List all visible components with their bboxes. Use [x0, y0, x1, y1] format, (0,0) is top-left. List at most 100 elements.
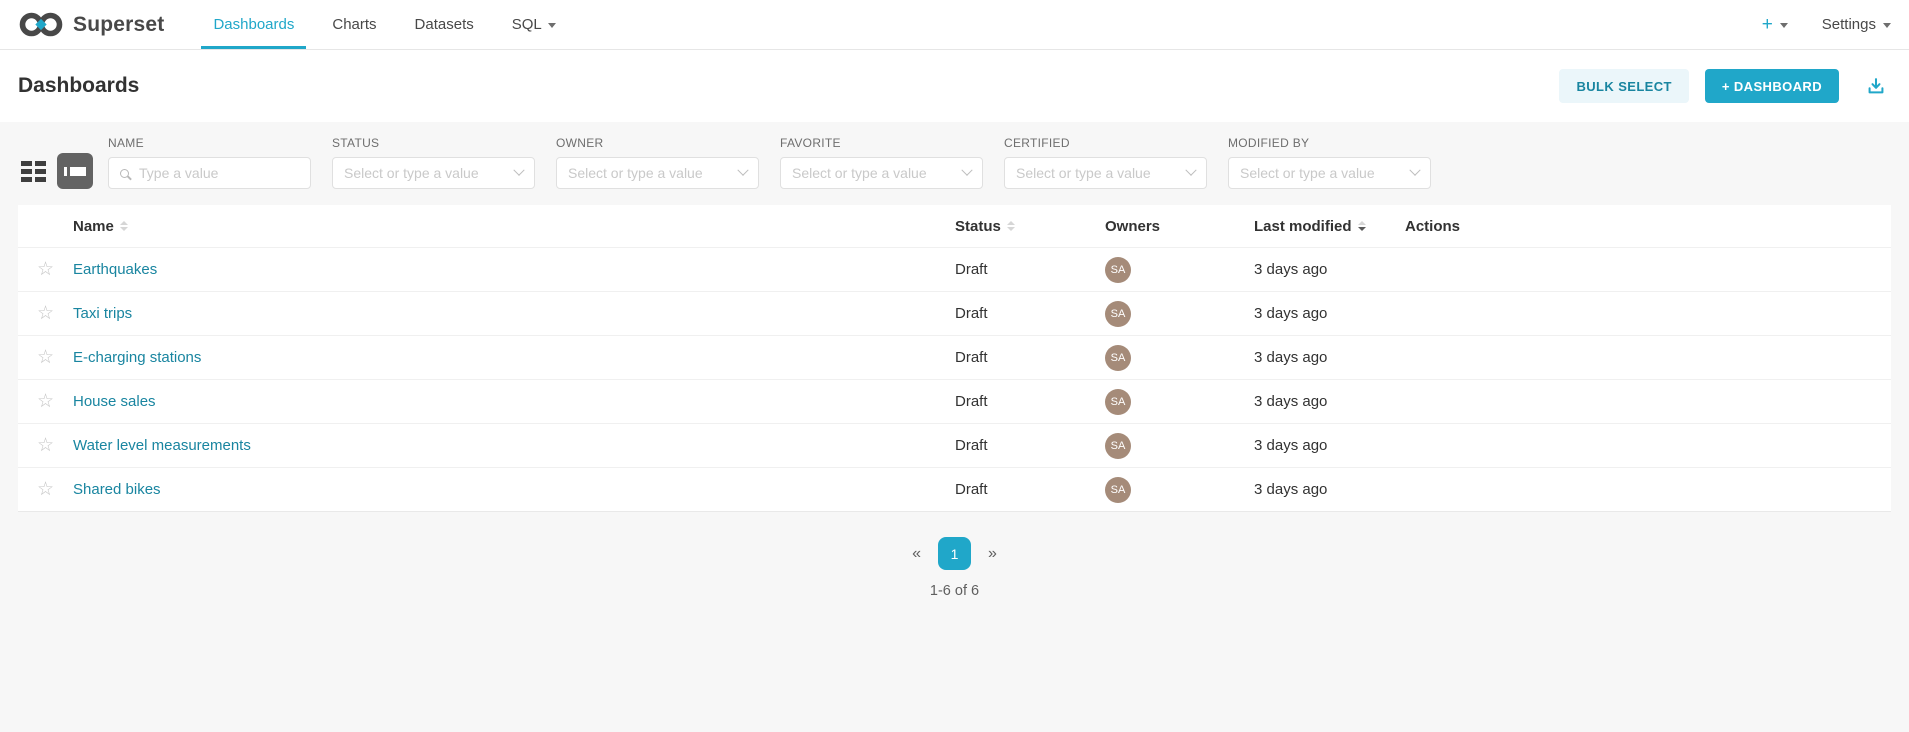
column-header-label: Status — [955, 218, 1001, 235]
favorite-star-icon[interactable]: ☆ — [37, 392, 54, 411]
owner-avatar[interactable]: SA — [1105, 389, 1131, 415]
new-dashboard-button[interactable]: + DASHBOARD — [1705, 69, 1839, 103]
page-header: Dashboards BULK SELECT + DASHBOARD — [0, 50, 1909, 122]
owner-avatar[interactable]: SA — [1105, 433, 1131, 459]
dashboard-name-link[interactable]: Taxi trips — [73, 305, 132, 322]
page-1-button[interactable]: 1 — [938, 537, 971, 570]
column-header-name[interactable]: Name — [73, 218, 955, 235]
page-title: Dashboards — [18, 74, 139, 98]
nav-item-label: Datasets — [415, 16, 474, 33]
download-tray-icon — [1865, 75, 1887, 97]
dashboard-name-link[interactable]: Earthquakes — [73, 261, 157, 278]
status-cell: Draft — [955, 305, 1105, 322]
caret-down-icon — [548, 23, 556, 28]
dashboard-name-link[interactable]: Shared bikes — [73, 481, 161, 498]
chevron-down-icon — [961, 165, 972, 176]
filter-owner: OWNER Select or type a value — [556, 136, 759, 189]
chevron-down-icon — [1185, 165, 1196, 176]
owner-avatar[interactable]: SA — [1105, 257, 1131, 283]
superset-logo[interactable]: Superset — [18, 0, 164, 49]
new-item-menu[interactable]: + — [1762, 15, 1788, 34]
infinity-logo-icon — [18, 11, 64, 38]
dashboard-name-link[interactable]: Water level measurements — [73, 437, 251, 454]
table-row: ☆ House sales Draft SA 3 days ago — [18, 379, 1891, 423]
column-header-label: Name — [73, 218, 114, 235]
favorite-star-icon[interactable]: ☆ — [37, 304, 54, 323]
filter-label: CERTIFIED — [1004, 136, 1207, 150]
nav-items: Dashboards Charts Datasets SQL — [194, 0, 574, 49]
filter-label: MODIFIED BY — [1228, 136, 1431, 150]
column-header-label: Actions — [1405, 218, 1460, 235]
dashboards-table: Name Status OwnersLast modifiedActions ☆ E… — [18, 205, 1891, 512]
filter-select-box[interactable]: Select or type a value — [1228, 157, 1431, 189]
last-modified-cell: 3 days ago — [1254, 437, 1405, 454]
settings-label: Settings — [1822, 16, 1876, 33]
favorite-star-icon[interactable]: ☆ — [37, 348, 54, 367]
import-dashboards-button[interactable] — [1861, 73, 1891, 99]
filter-label: STATUS — [332, 136, 535, 150]
filter-select-box[interactable]: Select or type a value — [780, 157, 983, 189]
status-cell: Draft — [955, 261, 1105, 278]
content-area: NAME STATUS Select or type a value OWNER… — [0, 122, 1909, 599]
last-modified-cell: 3 days ago — [1254, 305, 1405, 322]
card-view-toggle[interactable] — [18, 153, 48, 189]
pagination: « 1 » — [18, 537, 1891, 570]
nav-item-dashboards[interactable]: Dashboards — [211, 0, 296, 49]
favorite-star-icon[interactable]: ☆ — [37, 260, 54, 279]
nav-item-sql[interactable]: SQL — [510, 0, 558, 49]
filter-select-placeholder: Select or type a value — [568, 165, 731, 181]
last-modified-cell: 3 days ago — [1254, 481, 1405, 498]
column-header-actions: Actions — [1405, 218, 1891, 235]
next-page-button[interactable]: » — [982, 544, 1003, 564]
owner-avatar[interactable]: SA — [1105, 477, 1131, 503]
column-header-last-modified[interactable]: Last modified — [1254, 218, 1405, 235]
favorite-star-icon[interactable]: ☆ — [37, 480, 54, 499]
table-row: ☆ Taxi trips Draft SA 3 days ago — [18, 291, 1891, 335]
filter-select-box[interactable]: Select or type a value — [332, 157, 535, 189]
column-header-status[interactable]: Status — [955, 218, 1105, 235]
nav-item-charts[interactable]: Charts — [330, 0, 378, 49]
owner-avatar[interactable]: SA — [1105, 301, 1131, 327]
nav-item-datasets[interactable]: Datasets — [413, 0, 476, 49]
brand-name: Superset — [73, 13, 164, 37]
filter-text-box[interactable] — [108, 157, 311, 189]
table-row: ☆ Water level measurements Draft SA 3 da… — [18, 423, 1891, 467]
status-cell: Draft — [955, 393, 1105, 410]
filter-certified: CERTIFIED Select or type a value — [1004, 136, 1207, 189]
filter-name: NAME — [108, 136, 311, 189]
prev-page-button[interactable]: « — [906, 544, 927, 564]
table-row: ☆ Shared bikes Draft SA 3 days ago — [18, 467, 1891, 511]
last-modified-cell: 3 days ago — [1254, 349, 1405, 366]
status-cell: Draft — [955, 349, 1105, 366]
pagination-summary: 1-6 of 6 — [18, 583, 1891, 599]
filter-text-input[interactable] — [137, 164, 299, 182]
filter-select-placeholder: Select or type a value — [792, 165, 955, 181]
dashboard-name-link[interactable]: E-charging stations — [73, 349, 201, 366]
dashboard-name-link[interactable]: House sales — [73, 393, 156, 410]
filter-label: FAVORITE — [780, 136, 983, 150]
column-header-owners: Owners — [1105, 218, 1254, 235]
view-mode-toggles — [18, 153, 93, 189]
owner-avatar[interactable]: SA — [1105, 345, 1131, 371]
filter-modified-by: MODIFIED BY Select or type a value — [1228, 136, 1431, 189]
caret-down-icon — [1883, 23, 1891, 28]
filter-select-placeholder: Select or type a value — [1016, 165, 1179, 181]
chevron-down-icon — [1409, 165, 1420, 176]
table-row: ☆ Earthquakes Draft SA 3 days ago — [18, 247, 1891, 291]
caret-down-icon — [1780, 23, 1788, 28]
list-view-toggle[interactable] — [57, 153, 93, 189]
bulk-select-button[interactable]: BULK SELECT — [1559, 69, 1688, 103]
filter-label: NAME — [108, 136, 311, 150]
settings-menu[interactable]: Settings — [1822, 16, 1891, 33]
filter-select-box[interactable]: Select or type a value — [556, 157, 759, 189]
favorite-star-icon[interactable]: ☆ — [37, 436, 54, 455]
status-cell: Draft — [955, 481, 1105, 498]
chevron-down-icon — [737, 165, 748, 176]
sort-icon — [120, 221, 128, 231]
filter-label: OWNER — [556, 136, 759, 150]
plus-icon: + — [1762, 15, 1773, 34]
table-body: ☆ Earthquakes Draft SA 3 days ago ☆ Taxi… — [18, 247, 1891, 511]
sort-icon — [1358, 221, 1366, 231]
top-nav-right: + Settings — [1762, 0, 1891, 49]
filter-select-box[interactable]: Select or type a value — [1004, 157, 1207, 189]
